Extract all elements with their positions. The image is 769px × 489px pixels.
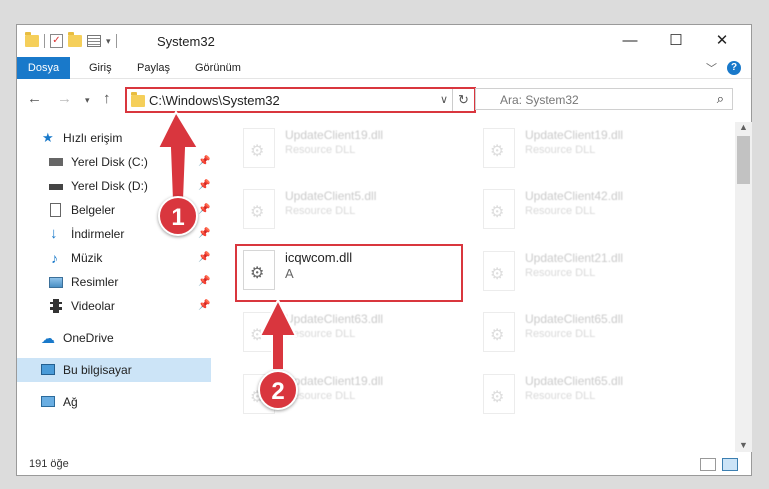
arrow-2: [258, 297, 298, 371]
arrow-1: [156, 109, 200, 201]
annotation-arrows: [156, 109, 298, 371]
step-2-badge: 2: [258, 370, 298, 410]
step-1-badge: 1: [158, 196, 198, 236]
